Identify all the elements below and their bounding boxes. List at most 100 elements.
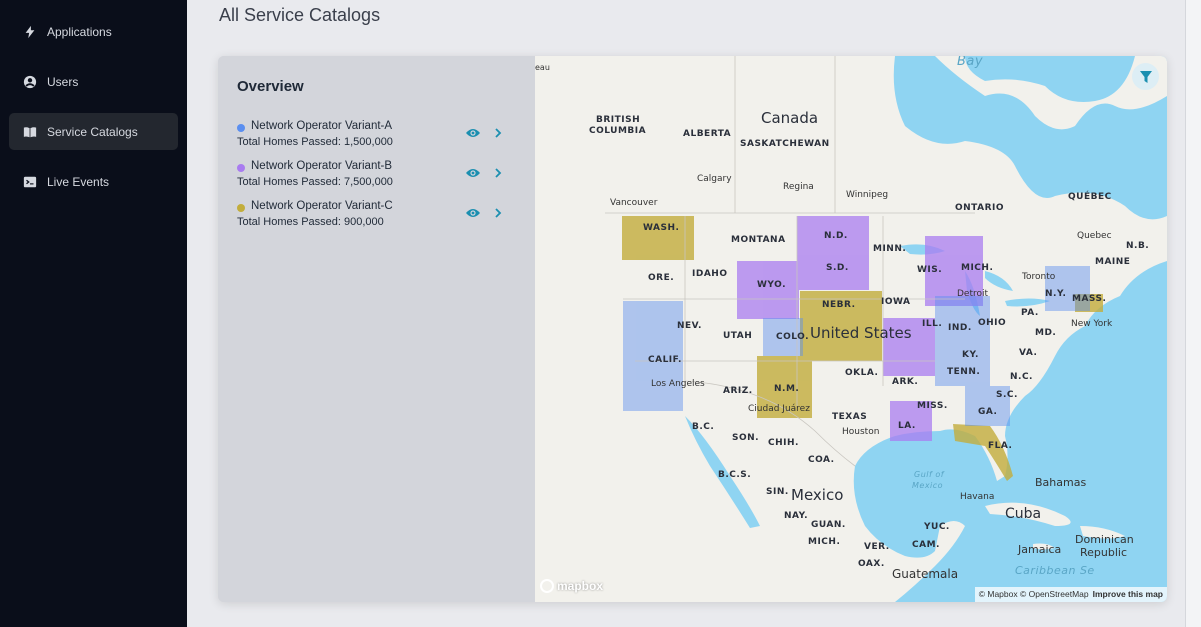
map-label-iowa: IOWA [881,297,911,307]
map-label-mexico: Mexico [791,486,844,504]
map-label-ill: ILL. [922,319,943,329]
map-label-ver: VER. [864,542,890,552]
map-label-ohio: OHIO [978,318,1007,328]
map-attribution: © Mapbox © OpenStreetMap Improve this map [974,587,1167,602]
map-label-minn: MINN. [873,244,907,254]
map-label-bc: COLUMBIA [589,126,647,136]
map-label-winnipeg: Winnipeg [846,190,889,200]
sidebar-item-users[interactable]: Users [9,63,178,100]
map-label-yuc: YUC. [924,522,950,532]
sidebar-item-applications[interactable]: Applications [9,13,178,50]
map-label-wis: WIS. [917,265,943,275]
chevron-right-icon[interactable] [493,166,503,180]
map-label-vancouver: Vancouver [610,198,658,208]
map-label-gulf: Gulf of [914,470,945,479]
overview-title: Overview [237,78,304,95]
map-label-guan: GUAN. [811,520,846,530]
eye-icon[interactable] [465,206,481,220]
map-label-united-states: United States [810,324,912,342]
map-label-quebec-city: Quebec [1077,231,1112,241]
map-label-calif: CALIF. [648,355,682,365]
attribution-text[interactable]: © Mapbox © OpenStreetMap [979,589,1089,599]
map-label-fla: FLA. [988,441,1013,451]
mapbox-logo[interactable]: mapbox [540,579,603,593]
map-label-ga: GA. [978,407,998,417]
catalog-card: Overview Network Operator Variant-A Tota… [218,56,1167,602]
map-label-maine: MAINE [1095,257,1131,267]
variant-name: Network Operator Variant-A [251,120,393,132]
sidebar-item-label: Applications [47,24,112,39]
map-label-idaho: IDAHO [692,269,728,279]
map-label-son: SON. [732,433,760,443]
map-label-texas: TEXAS [832,412,868,422]
filter-icon [1139,70,1152,83]
chevron-right-icon[interactable] [493,126,503,140]
page-title: All Service Catalogs [219,5,381,25]
map-label-alberta: ALBERTA [683,129,732,139]
user-icon [22,74,38,90]
filter-button[interactable] [1132,63,1159,90]
map-label-regina: Regina [783,182,814,192]
map-label-nev: NEV. [677,321,702,331]
variant-color-dot [237,124,245,132]
bolt-icon [22,24,38,40]
map-label-mass: MASS. [1072,294,1107,304]
map-label-md: MD. [1035,328,1057,338]
map-label-canada: Canada [761,109,819,127]
variant-color-dot [237,164,245,172]
map-label-dominican-1: Dominican [1075,533,1134,546]
sidebar-item-service-catalogs[interactable]: Service Catalogs [9,113,178,150]
map-label-pa: PA. [1021,308,1039,318]
map-label-utah: UTAH [723,331,753,341]
map-label-saskatchewan: SASKATCHEWAN [740,139,830,149]
map-label-quebec: QUÉBEC [1068,192,1112,202]
variant-color-dot [237,204,245,212]
map-label-okla: OKLA. [845,368,879,378]
map-label-mich: MICH. [961,263,994,273]
map-label-wash: WASH. [643,223,680,233]
variant-homes: Total Homes Passed: 7,500,000 [237,176,393,188]
overview-panel: Overview Network Operator Variant-A Tota… [218,56,535,602]
map-label-caribbean: Caribbean Se [1015,564,1095,577]
map-label-nd: N.D. [824,231,848,241]
book-icon [22,124,38,140]
map-label-bc: BRITISH [596,115,641,125]
map-label-toronto: Toronto [1022,272,1056,282]
map-label-ark: ARK. [892,377,919,387]
map-label-nm: N.M. [774,384,800,394]
scrollbar[interactable] [1185,0,1201,627]
map-label-eau: eau [535,63,550,72]
eye-icon[interactable] [465,126,481,140]
map-label-bay: Bay [957,56,984,69]
map-label-montana: MONTANA [731,235,786,245]
variant-name: Network Operator Variant-B [251,160,393,172]
variant-item: Network Operator Variant-A Total Homes P… [237,120,527,154]
map-label-houston: Houston [842,427,880,437]
map-label-ore: ORE. [648,273,675,283]
map-label-chih: CHIH. [768,438,799,448]
sidebar-item-live-events[interactable]: Live Events [9,163,178,200]
map-label-cam: CAM. [912,540,940,550]
map-label-sc: S.C. [996,390,1018,400]
map-label-ciudad-juarez: Ciudad Juárez [748,404,810,414]
mapbox-logo-text: mapbox [557,579,604,593]
map-label-ny: N.Y. [1045,289,1067,299]
map-label-oax: OAX. [858,559,885,569]
map-label-tenn: TENN. [947,367,981,377]
map-label-dominican-2: Republic [1080,546,1128,559]
chevron-right-icon[interactable] [493,206,503,220]
map-label-nb: N.B. [1126,241,1150,251]
map-label-sin: SIN. [766,487,789,497]
map-label-calgary: Calgary [697,174,732,184]
map-label-jamaica: Jamaica [1018,543,1062,556]
map-label-bcs: B.C.S. [718,470,752,480]
map-label-bc-mx: B.C. [692,422,715,432]
map[interactable]: Canada United States Mexico Cuba Bahamas… [535,56,1167,602]
map-label-ind: IND. [948,323,972,333]
variant-homes: Total Homes Passed: 1,500,000 [237,136,393,148]
map-label-colo: COLO. [776,332,810,342]
eye-icon[interactable] [465,166,481,180]
map-label-miss: MISS. [917,401,948,411]
map-label-mich-mx: MICH. [808,537,841,547]
improve-map-link[interactable]: Improve this map [1093,589,1163,599]
